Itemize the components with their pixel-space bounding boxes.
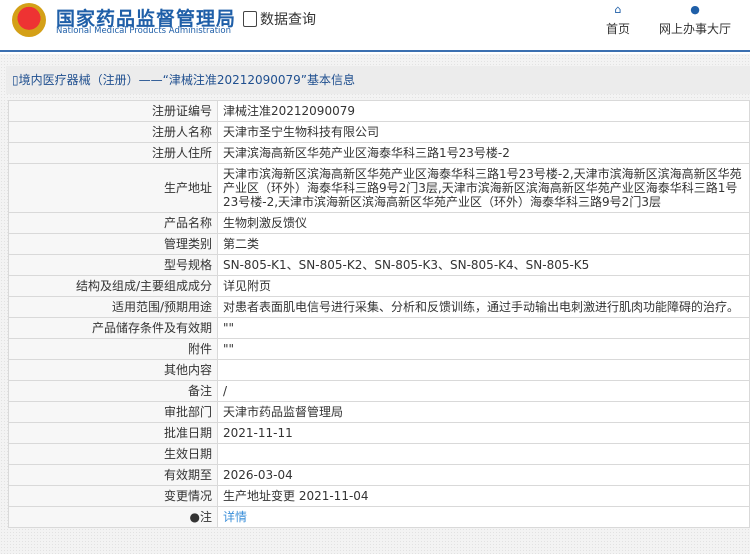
details-link[interactable]: 详情 bbox=[223, 510, 247, 524]
table-row: 附件 "" bbox=[8, 338, 750, 360]
field-label: ●注 bbox=[8, 506, 218, 528]
field-value: 天津市圣宁生物科技有限公司 bbox=[217, 121, 750, 143]
field-value: 第二类 bbox=[217, 233, 750, 255]
note-label: 注 bbox=[199, 510, 212, 524]
pin-icon: ● bbox=[189, 510, 200, 524]
data-query-heading: 数据查询 bbox=[243, 9, 316, 29]
field-label: 审批部门 bbox=[8, 401, 218, 423]
table-row: 注册人名称 天津市圣宁生物科技有限公司 bbox=[8, 121, 750, 143]
field-label: 其他内容 bbox=[8, 359, 218, 381]
field-value: 生产地址变更 2021-11-04 bbox=[217, 485, 750, 507]
page-title-text: 境内医疗器械（注册）——“津械注准20212090079”基本信息 bbox=[18, 73, 356, 87]
field-value: 2021-11-11 bbox=[217, 422, 750, 444]
field-label: 注册证编号 bbox=[8, 100, 218, 122]
field-label: 生效日期 bbox=[8, 443, 218, 465]
field-value: 生物刺激反馈仪 bbox=[217, 212, 750, 234]
page-title: ▯境内医疗器械（注册）——“津械注准20212090079”基本信息 bbox=[6, 66, 750, 94]
site-header: 国家药品监督管理局 National Medical Products Admi… bbox=[0, 0, 750, 52]
table-row: 生产地址 天津市滨海新区滨海高新区华苑产业区海泰华科三路1号23号楼-2,天津市滨… bbox=[8, 163, 750, 213]
nav-home-label: 首页 bbox=[606, 22, 631, 36]
field-label: 批准日期 bbox=[8, 422, 218, 444]
field-label: 备注 bbox=[8, 380, 218, 402]
table-row: 审批部门 天津市药品监督管理局 bbox=[8, 401, 750, 423]
table-row: 批准日期 2021-11-11 bbox=[8, 422, 750, 444]
field-label: 附件 bbox=[8, 338, 218, 360]
nav-online-service-label: 网上办事大厅 bbox=[659, 22, 732, 36]
table-row: 备注 / bbox=[8, 380, 750, 402]
field-value: 详情 bbox=[217, 506, 750, 528]
search-document-icon bbox=[243, 11, 257, 27]
field-label: 注册人住所 bbox=[8, 142, 218, 164]
table-row: 注册证编号 津械注准20212090079 bbox=[8, 100, 750, 122]
table-row: 管理类别 第二类 bbox=[8, 233, 750, 255]
field-label: 变更情况 bbox=[8, 485, 218, 507]
field-value: "" bbox=[217, 338, 750, 360]
field-value: 天津滨海高新区华苑产业区海泰华科三路1号23号楼-2 bbox=[217, 142, 750, 164]
field-value: 对患者表面肌电信号进行采集、分析和反馈训练，通过手动输出电刺激进行肌肉功能障碍的… bbox=[217, 296, 750, 318]
field-value: / bbox=[217, 380, 750, 402]
table-row: 变更情况 生产地址变更 2021-11-04 bbox=[8, 485, 750, 507]
field-value: 津械注准20212090079 bbox=[217, 100, 750, 122]
table-row: 产品储存条件及有效期 "" bbox=[8, 317, 750, 339]
table-row: 其他内容 bbox=[8, 359, 750, 381]
user-icon: ● bbox=[690, 3, 700, 16]
field-value: 天津市药品监督管理局 bbox=[217, 401, 750, 423]
field-value: 天津市滨海新区滨海高新区华苑产业区海泰华科三路1号23号楼-2,天津市滨海新区滨… bbox=[217, 163, 750, 213]
field-label: 管理类别 bbox=[8, 233, 218, 255]
table-row: 结构及组成/主要组成成分 详见附页 bbox=[8, 275, 750, 297]
field-value bbox=[217, 359, 750, 381]
field-value bbox=[217, 443, 750, 465]
nav-online-service-hall[interactable]: ● 网上办事大厅 bbox=[659, 4, 731, 37]
table-row: 适用范围/预期用途 对患者表面肌电信号进行采集、分析和反馈训练，通过手动输出电刺激… bbox=[8, 296, 750, 318]
field-label: 有效期至 bbox=[8, 464, 218, 486]
table-row: 型号规格 SN-805-K1、SN-805-K2、SN-805-K3、SN-805… bbox=[8, 254, 750, 276]
field-label: 注册人名称 bbox=[8, 121, 218, 143]
field-label: 产品储存条件及有效期 bbox=[8, 317, 218, 339]
field-value: 2026-03-04 bbox=[217, 464, 750, 486]
table-row: 有效期至 2026-03-04 bbox=[8, 464, 750, 486]
data-query-label: 数据查询 bbox=[260, 12, 316, 28]
site-subtitle: National Medical Products Administration bbox=[56, 26, 231, 36]
field-value: 详见附页 bbox=[217, 275, 750, 297]
field-value: "" bbox=[217, 317, 750, 339]
field-label: 生产地址 bbox=[8, 163, 218, 213]
national-emblem-logo bbox=[12, 3, 46, 37]
field-label: 适用范围/预期用途 bbox=[8, 296, 218, 318]
table-row-note: ●注 详情 bbox=[8, 506, 750, 528]
field-value: SN-805-K1、SN-805-K2、SN-805-K3、SN-805-K4、… bbox=[217, 254, 750, 276]
document-icon: ▯ bbox=[12, 73, 19, 87]
table-row: 产品名称 生物刺激反馈仪 bbox=[8, 212, 750, 234]
detail-table: 注册证编号 津械注准20212090079 注册人名称 天津市圣宁生物科技有限公司 注册… bbox=[8, 100, 750, 528]
field-label: 产品名称 bbox=[8, 212, 218, 234]
table-row: 注册人住所 天津滨海高新区华苑产业区海泰华科三路1号23号楼-2 bbox=[8, 142, 750, 164]
nav-home[interactable]: ⌂ 首页 bbox=[606, 4, 630, 37]
field-label: 结构及组成/主要组成成分 bbox=[8, 275, 218, 297]
home-icon: ⌂ bbox=[614, 3, 622, 16]
field-label: 型号规格 bbox=[8, 254, 218, 276]
table-row: 生效日期 bbox=[8, 443, 750, 465]
